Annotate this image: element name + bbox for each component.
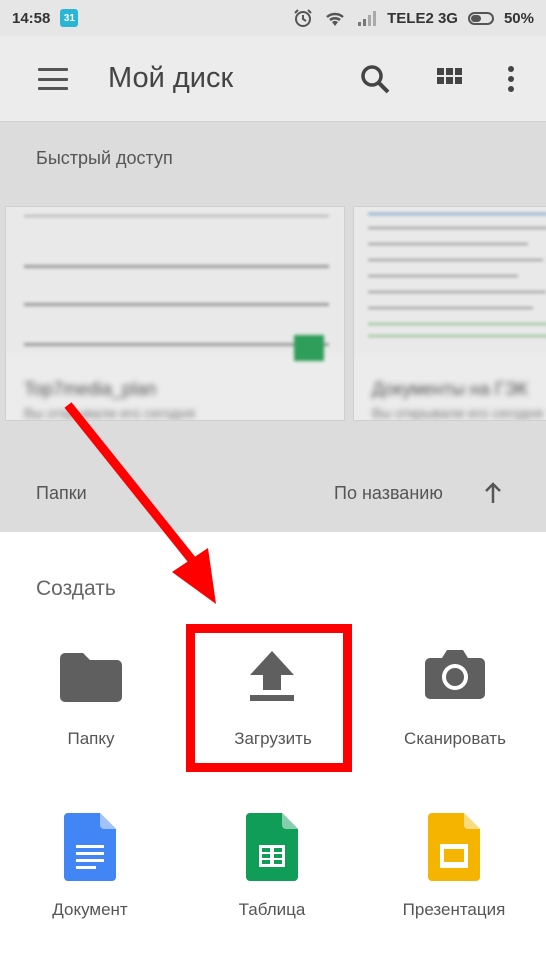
annotation-highlight-box: [186, 624, 352, 772]
annotation-arrow: [64, 402, 216, 604]
